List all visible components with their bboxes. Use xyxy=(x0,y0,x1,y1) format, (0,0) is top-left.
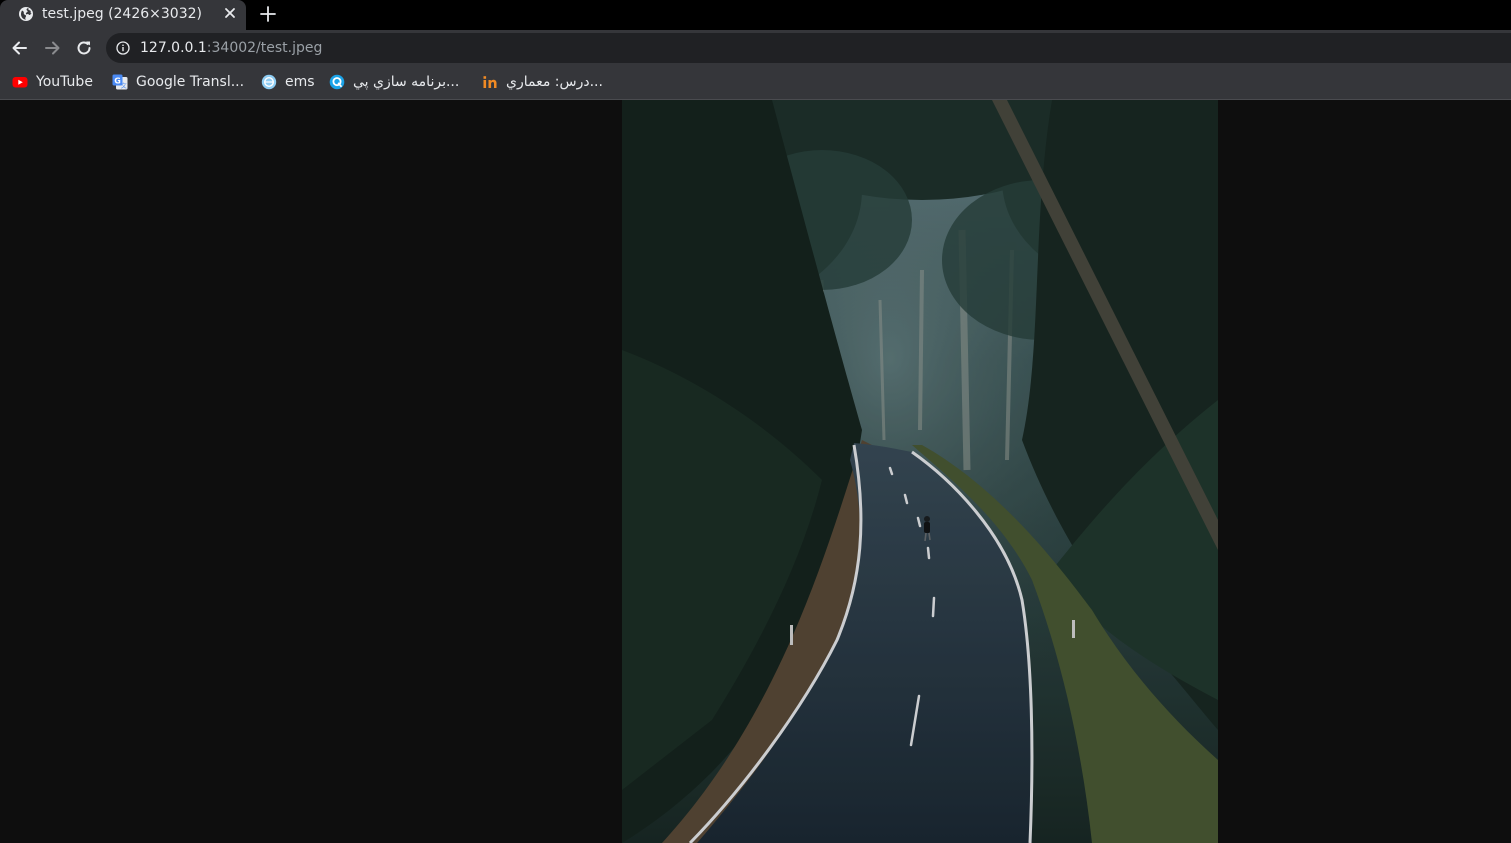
toolbar: 127.0.0.1:34002/test.jpeg xyxy=(0,30,1511,66)
forward-arrow-icon[interactable] xyxy=(42,38,62,58)
bookmark-dars-memari[interactable]: درس: معماري... xyxy=(482,72,610,92)
bookmark-ems[interactable]: ems xyxy=(261,72,317,92)
bookmark-google-translate[interactable]: G 文 Google Transl... xyxy=(112,72,250,92)
svg-text:文: 文 xyxy=(121,82,127,90)
browser-window: test.jpeg (2426×3032) 127.0.0.1:34002/te… xyxy=(0,0,1511,843)
reload-icon[interactable] xyxy=(74,38,94,58)
bookmark-barname-sazi[interactable]: برنامه سازي پي... xyxy=(329,72,469,92)
q-icon xyxy=(329,74,345,90)
back-arrow-icon[interactable] xyxy=(10,38,30,58)
in-icon xyxy=(483,76,497,88)
bookmark-label: برنامه سازي پي... xyxy=(353,74,460,90)
address-bar[interactable]: 127.0.0.1:34002/test.jpeg xyxy=(106,33,1511,63)
close-icon[interactable] xyxy=(222,5,238,21)
image-viewer xyxy=(0,100,1511,843)
bookmark-label: YouTube xyxy=(36,74,93,90)
ems-icon xyxy=(261,74,277,90)
bookmark-label: ems xyxy=(285,74,315,90)
bookmark-youtube[interactable]: YouTube xyxy=(12,72,100,92)
bookmarks-bar: YouTube G 文 Google Transl... ems برنامه … xyxy=(0,66,1511,100)
tab-active[interactable]: test.jpeg (2426×3032) xyxy=(0,0,246,30)
url-text[interactable]: 127.0.0.1:34002/test.jpeg xyxy=(140,40,322,56)
url-host: 127.0.0.1 xyxy=(140,40,207,56)
bookmark-label: Google Transl... xyxy=(136,74,245,90)
tab-title: test.jpeg (2426×3032) xyxy=(42,6,202,22)
bookmark-label: درس: معماري... xyxy=(506,74,603,90)
google-translate-icon: G 文 xyxy=(112,74,128,90)
url-path: :34002/test.jpeg xyxy=(206,40,323,56)
new-tab-plus-icon[interactable] xyxy=(258,4,278,24)
globe-icon xyxy=(19,7,33,21)
youtube-icon xyxy=(12,77,28,88)
info-icon[interactable] xyxy=(116,41,130,55)
forest-road-photo[interactable] xyxy=(622,100,1218,843)
tab-strip: test.jpeg (2426×3032) xyxy=(0,0,1511,30)
